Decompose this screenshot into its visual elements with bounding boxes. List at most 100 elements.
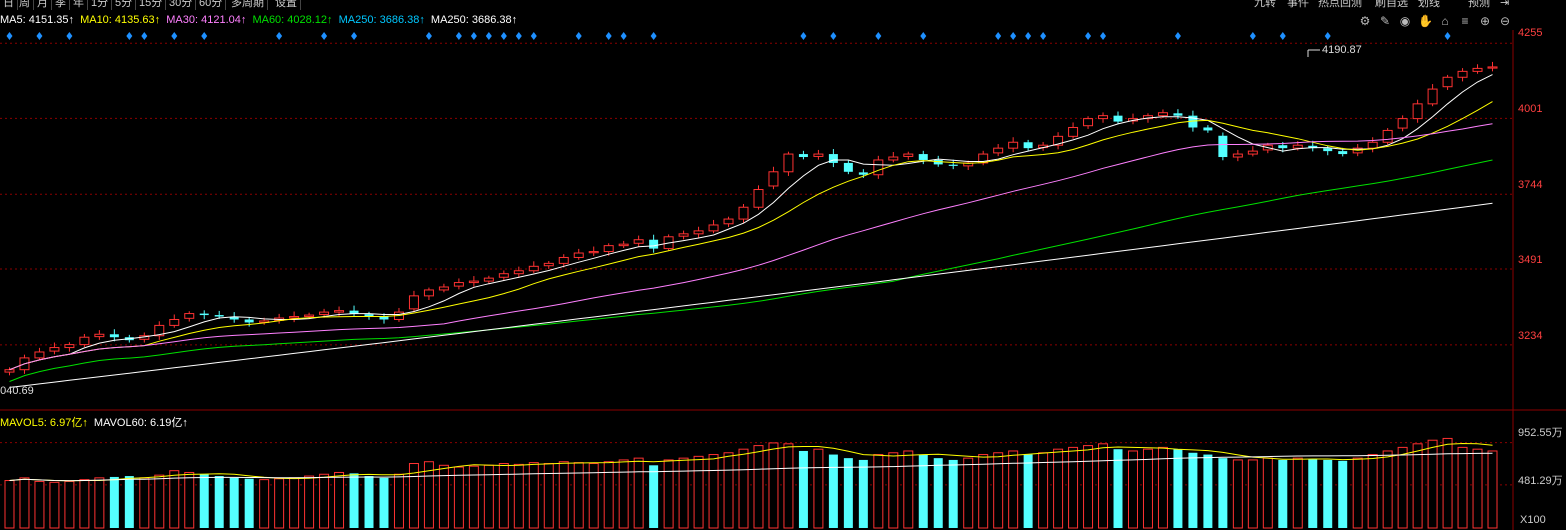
candle-body-up [1098,115,1109,120]
volume-bar-up [1157,446,1168,529]
volume-bar-up [708,454,719,529]
candle-body-down [1278,145,1288,149]
volume-bar-up [1472,448,1483,529]
volume-bar-up [453,466,464,529]
volume-bar-up [49,481,60,529]
candle-body-up [813,153,824,157]
signal-marker [1085,32,1092,40]
volume-bar-up [1008,450,1019,529]
volume-bar-up [94,477,105,529]
candle-body-up [94,333,105,338]
signal-marker [276,32,283,40]
candle-body-down [1338,151,1348,155]
volume-tick-2: 481.29万 [1518,475,1563,487]
volume-bar-up [1397,446,1408,529]
volume-bar-up [1367,454,1378,529]
volume-bar-up [1247,459,1258,529]
volume-bar-up [1457,446,1468,529]
volume-bar-up [1487,450,1498,529]
candle-body-up [708,224,719,232]
candle-body-up [1068,126,1079,137]
candle-body-up [423,289,434,297]
signal-markers [6,32,1451,40]
ma5-line [9,74,1493,371]
signal-marker [530,32,537,40]
volume-bar-down [244,478,254,528]
candle-body-up [1083,118,1094,127]
volume-bar-up [723,452,734,529]
candle-body-down [1323,148,1333,152]
volume-bar-up [618,459,629,529]
ma-lines [9,74,1493,388]
signal-marker [351,32,358,40]
volume-bar-up [1053,448,1064,529]
ma30-line [9,123,1493,371]
signal-marker [800,32,807,40]
signal-marker [1040,32,1047,40]
candle-body-up [4,369,15,373]
candle-body-up [603,245,614,253]
volume-bar-up [873,454,884,529]
volume-bar-down [364,476,374,528]
volume-bar-up [753,445,764,529]
signal-marker [515,32,522,40]
signal-marker [1100,32,1107,40]
volume-bar-up [888,452,899,529]
volume-unit: X100 [1520,514,1546,526]
candle-body-down [858,172,868,175]
signal-marker [1025,32,1032,40]
candle-body-up [888,156,899,161]
volume-bar-up [663,459,674,529]
volume-bar-up [1427,439,1438,529]
candle-body-up [543,262,554,267]
signal-marker [141,32,148,40]
signal-marker [485,32,492,40]
candle-body-up [768,171,779,187]
volume-bar-up [334,471,345,529]
volume-bar-down [933,458,943,528]
volume-bar-up [1127,450,1138,529]
candle-body-up [1157,112,1168,117]
volume-bar-up [633,457,644,529]
candle-body-up [1427,88,1438,105]
candle-body-up [1367,141,1378,149]
volume-bar-down [948,459,958,528]
volume-bar-up [738,448,749,529]
volume-bar-up [693,455,704,529]
signal-marker [1444,32,1451,40]
candle-body-up [304,314,315,318]
volume-bar-up [64,480,75,529]
candle-body-up [1457,70,1468,78]
volume-bar-up [603,461,614,529]
price-tick-3: 3744 [1518,179,1542,191]
candle-body-up [483,277,494,282]
candle-body-up [408,295,419,310]
candle-body-up [319,311,330,315]
low-price-label: 3040.69 [0,385,34,397]
volume-tick-1: 952.55万 [1518,427,1563,439]
candle-body-up [1397,118,1408,129]
volume-bar-up [678,457,689,529]
candle-body-down [109,334,119,338]
candle-body-down [918,154,928,160]
kline-chart[interactable]: 4255 4001 3744 3491 3234 952.55万 481.29万… [0,0,1566,530]
volume-bar-down [1023,454,1033,528]
volume-bar-up [1442,437,1453,529]
volume-bar-down [1173,449,1183,528]
candle-body-down [244,319,254,323]
signal-marker [1174,32,1181,40]
volume-bar-up [978,454,989,529]
volume-bar-down [199,474,209,528]
volume-bar-down [1308,459,1318,528]
volume-bar-up [304,475,315,529]
ma10-line [9,101,1493,371]
signal-marker [995,32,1002,40]
volume-bar-down [1218,458,1228,528]
volume-bar-up [1292,457,1303,529]
signal-marker [36,32,43,40]
candle-body-down [798,154,808,158]
volume-bar-up [169,470,180,529]
candle-body-up [738,206,749,220]
volume-bar-up [1098,443,1109,529]
candle-body-up [438,286,449,291]
